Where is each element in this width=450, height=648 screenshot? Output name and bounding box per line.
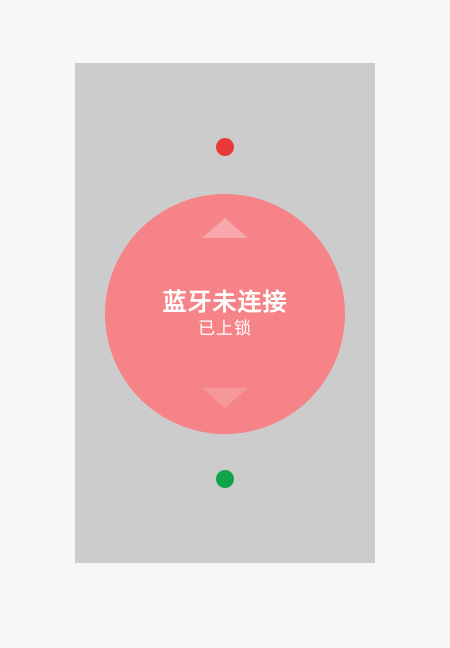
green-status-icon bbox=[216, 470, 234, 488]
bluetooth-status-text: 蓝牙未连接 bbox=[162, 288, 288, 316]
triangle-down-icon[interactable] bbox=[202, 388, 248, 408]
red-status-icon bbox=[216, 138, 234, 156]
triangle-up-icon[interactable] bbox=[202, 218, 248, 238]
lock-panel: 蓝牙未连接 已上锁 bbox=[75, 63, 375, 563]
lock-status-text: 已上锁 bbox=[198, 319, 252, 339]
app-screen: 蓝牙未连接 已上锁 bbox=[0, 0, 450, 648]
lock-control-dial[interactable]: 蓝牙未连接 已上锁 bbox=[105, 194, 345, 434]
